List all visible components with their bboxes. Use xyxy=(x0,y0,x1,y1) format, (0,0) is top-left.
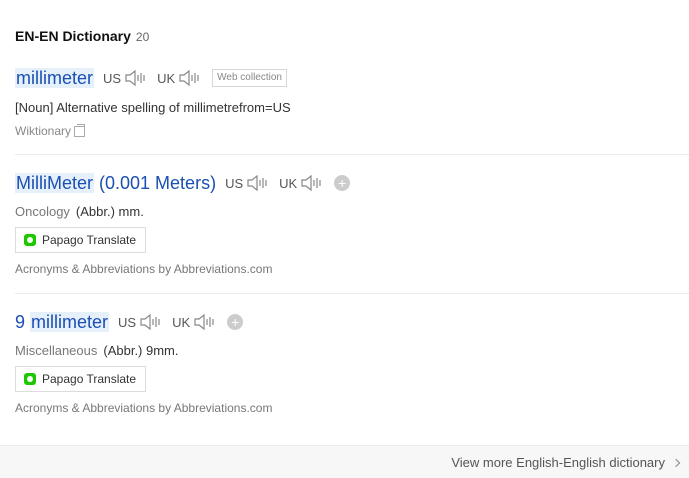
category-label: Oncology xyxy=(15,204,70,219)
headword-link[interactable]: MilliMeter (0.001 Meters) xyxy=(15,172,217,194)
headword-prefix: 9 xyxy=(15,311,31,332)
view-more-link[interactable]: View more English-English dictionary xyxy=(451,455,681,470)
headword-suffix: (0.001 Meters) xyxy=(94,172,217,193)
speaker-icon[interactable] xyxy=(300,174,324,192)
papago-label: Papago Translate xyxy=(42,372,137,386)
headword-link[interactable]: 9 millimeter xyxy=(15,311,110,333)
headword-text: millimeter xyxy=(15,67,95,88)
pron-uk-label: UK xyxy=(157,70,176,86)
definition: [Noun] Alternative spelling of millimetr… xyxy=(15,100,291,115)
source-link[interactable]: Acronyms & Abbreviations by Abbreviation… xyxy=(15,262,689,276)
pron-us-label: US xyxy=(103,70,122,86)
speaker-icon[interactable] xyxy=(178,69,202,87)
result-count: 20 xyxy=(135,30,150,44)
pron-us: US xyxy=(225,174,270,192)
add-icon[interactable]: + xyxy=(227,314,244,330)
pron-us-label: US xyxy=(118,314,137,330)
speaker-icon[interactable] xyxy=(193,313,217,331)
add-icon[interactable]: + xyxy=(334,175,351,191)
footer-bar: View more English-English dictionary xyxy=(0,445,689,478)
pron-uk: UK xyxy=(157,69,202,87)
divider xyxy=(15,154,689,155)
speaker-icon[interactable] xyxy=(139,313,163,331)
chevron-right-icon xyxy=(671,458,681,467)
web-collection-tag: Web collection xyxy=(212,69,287,87)
headword-text: millimeter xyxy=(30,311,110,332)
definition: (Abbr.) 9mm. xyxy=(103,343,179,358)
pron-uk: UK xyxy=(172,313,217,331)
dictionary-header: EN-EN Dictionary 20 xyxy=(15,28,149,44)
papago-icon xyxy=(24,234,36,246)
copy-icon[interactable] xyxy=(74,123,86,137)
pron-uk-label: UK xyxy=(279,175,298,191)
papago-translate-button[interactable]: Papago Translate xyxy=(15,366,147,392)
headword-text: MilliMeter xyxy=(15,172,95,193)
pron-us-label: US xyxy=(225,175,244,191)
entry-3: 9 millimeter US UK + Miscellaneous (Abbr… xyxy=(15,310,689,415)
dictionary-title: EN-EN Dictionary xyxy=(15,28,131,44)
category-label: Miscellaneous xyxy=(15,343,98,358)
pron-uk: UK xyxy=(279,174,324,192)
papago-icon xyxy=(24,373,36,385)
definition: (Abbr.) mm. xyxy=(75,204,144,219)
headword-link[interactable]: millimeter xyxy=(15,67,95,89)
entry-1: millimeter US UK Web collection [Noun] A… xyxy=(15,66,689,155)
pron-us: US xyxy=(118,313,163,331)
speaker-icon[interactable] xyxy=(246,174,270,192)
view-more-label: View more English-English dictionary xyxy=(451,455,665,470)
source-link[interactable]: Wiktionary xyxy=(15,124,71,138)
papago-label: Papago Translate xyxy=(42,233,137,247)
source-link[interactable]: Acronyms & Abbreviations by Abbreviation… xyxy=(15,401,689,415)
pron-uk-label: UK xyxy=(172,314,191,330)
speaker-icon[interactable] xyxy=(124,69,148,87)
papago-translate-button[interactable]: Papago Translate xyxy=(15,227,147,253)
entry-2: MilliMeter (0.001 Meters) US UK + Oncolo… xyxy=(15,171,689,294)
pron-us: US xyxy=(103,69,148,87)
divider xyxy=(15,293,689,294)
